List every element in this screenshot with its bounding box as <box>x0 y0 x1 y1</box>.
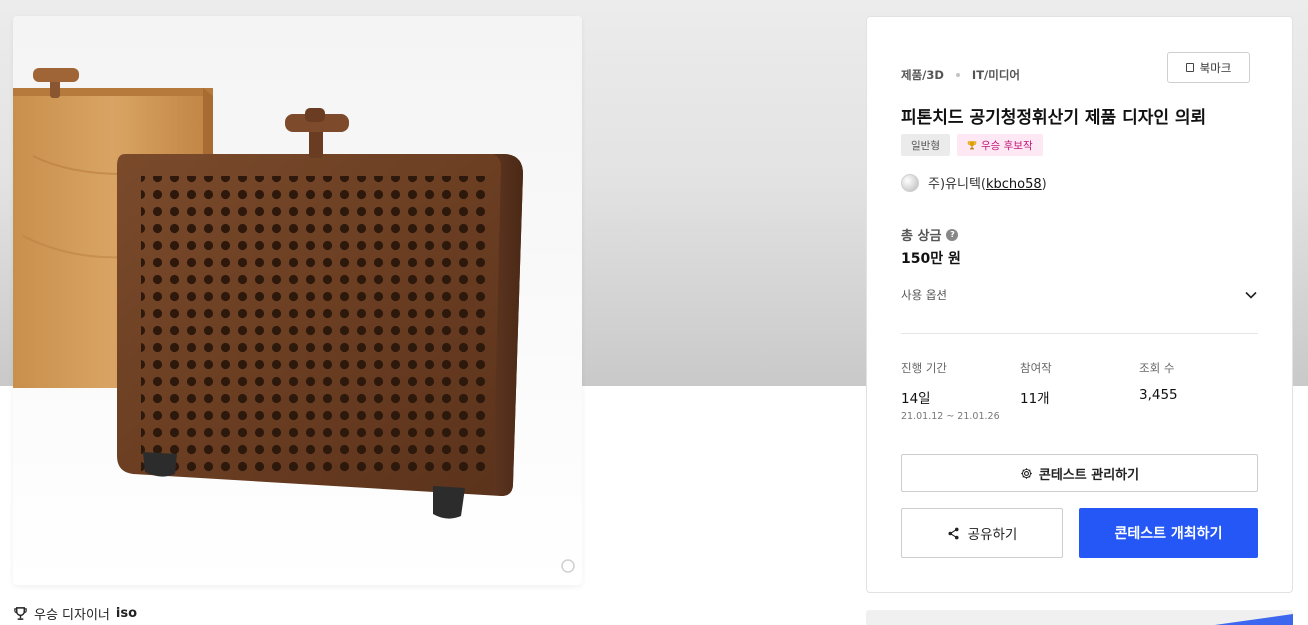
winner-candidate-badge: 우승 후보작 <box>956 134 1043 156</box>
chevron-down-icon <box>1245 291 1257 299</box>
stat-period-dates: 21.01.12 ~ 21.01.26 <box>901 411 1000 422</box>
avatar <box>901 173 919 192</box>
stat-period-label: 진행 기간 <box>901 361 947 375</box>
contest-info-panel: 제품/3D IT/미디어 북마크 피톤치드 공기청정휘산기 제품 디자인 의뢰 … <box>866 16 1293 593</box>
winner-designer-name[interactable]: iso <box>116 606 137 621</box>
stat-entries-value: 11개 <box>1020 391 1050 407</box>
category-secondary[interactable]: IT/미디어 <box>972 67 1020 83</box>
winner-designer-caption: 우승 디자이너 iso <box>13 603 137 623</box>
trophy-icon <box>967 141 977 150</box>
badge-row: 일반형 우승 후보작 <box>901 134 1043 156</box>
host-name: 주)유니텍 <box>928 177 981 192</box>
stat-views-label: 조회 수 <box>1139 361 1175 375</box>
help-icon[interactable]: ? <box>946 228 959 241</box>
usage-option-toggle[interactable]: 사용 옵션 <box>901 287 1258 303</box>
stat-period-value: 14일 <box>901 391 931 407</box>
share-label: 공유하기 <box>967 527 1018 543</box>
manage-contest-label: 콘테스트 관리하기 <box>1038 467 1140 483</box>
manage-contest-button[interactable]: 콘테스트 관리하기 <box>901 454 1258 492</box>
bookmark-label: 북마크 <box>1199 60 1232 75</box>
product-image[interactable] <box>13 16 582 585</box>
host-info[interactable]: 주)유니텍(kbcho58) <box>901 173 1047 192</box>
bookmark-button[interactable]: 북마크 <box>1167 52 1250 83</box>
total-prize-label: 총 상금 ? <box>901 225 959 244</box>
stat-entries: 참여작 11개 <box>1020 360 1052 407</box>
stat-period: 진행 기간 14일 21.01.12 ~ 21.01.26 <box>901 360 1000 422</box>
stat-views-value: 3,455 <box>1139 387 1178 403</box>
share-button[interactable]: 공유하기 <box>901 508 1063 558</box>
category-primary[interactable]: 제품/3D <box>901 67 944 83</box>
contest-title: 피톤치드 공기청정휘산기 제품 디자인 의뢰 <box>901 108 1207 128</box>
winner-caption-prefix: 우승 디자이너 <box>34 607 110 623</box>
separator-dot <box>955 73 960 77</box>
bookmark-icon <box>1185 63 1194 72</box>
stat-views: 조회 수 3,455 <box>1139 360 1178 403</box>
host-id-link[interactable]: kbcho58 <box>986 177 1042 192</box>
divider <box>901 333 1258 334</box>
usage-option-label: 사용 옵션 <box>901 288 947 302</box>
gear-icon <box>1021 467 1032 479</box>
category-breadcrumb: 제품/3D IT/미디어 <box>901 67 1020 83</box>
stat-entries-label: 참여작 <box>1020 361 1052 375</box>
host-contest-button[interactable]: 콘테스트 개최하기 <box>1079 508 1258 558</box>
prize-label-text: 총 상금 <box>901 229 942 244</box>
next-section-preview <box>866 610 1293 625</box>
total-prize-value: 150만 원 <box>901 251 961 267</box>
share-icon <box>948 527 959 539</box>
decorative-shape <box>1203 614 1293 625</box>
trophy-icon <box>14 606 27 620</box>
winner-candidate-label: 우승 후보작 <box>980 139 1033 152</box>
contest-type-badge: 일반형 <box>901 134 950 156</box>
